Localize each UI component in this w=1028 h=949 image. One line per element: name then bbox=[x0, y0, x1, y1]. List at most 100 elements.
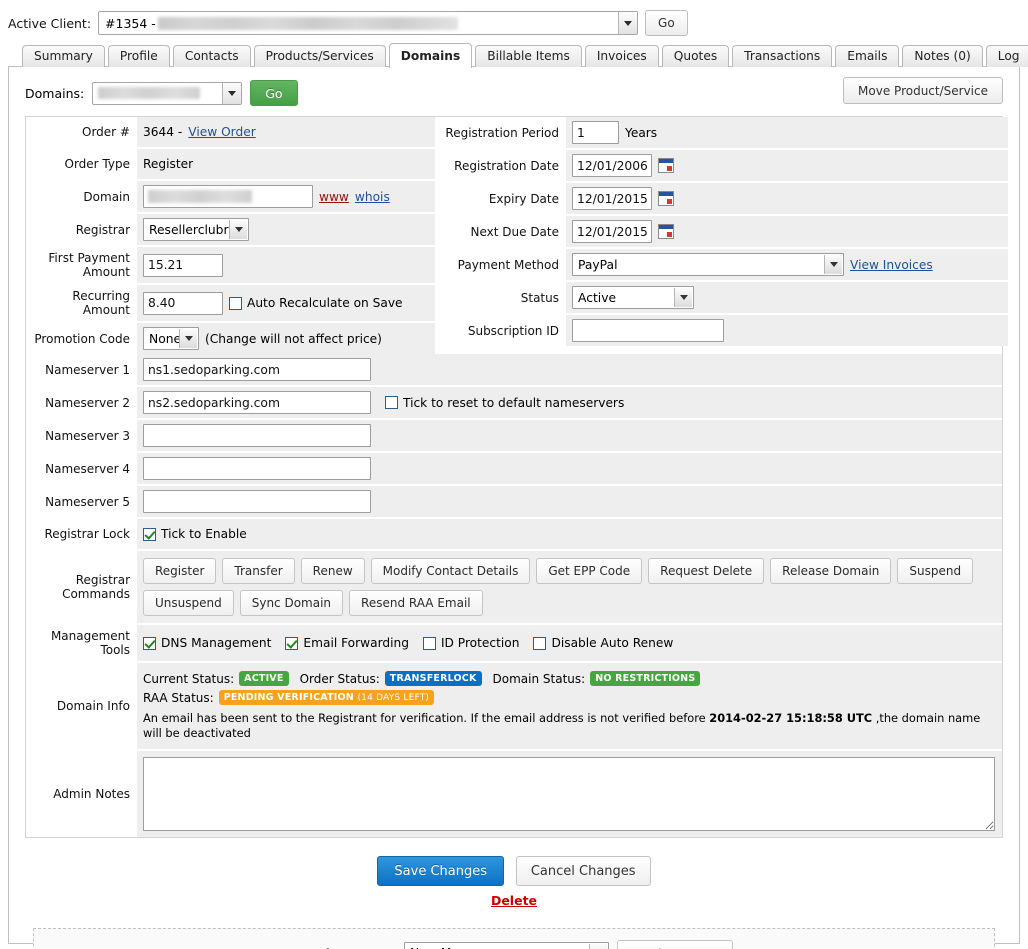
client-go-button[interactable]: Go bbox=[645, 10, 688, 36]
registrar-lock-wrap[interactable]: Tick to Enable bbox=[143, 527, 247, 541]
next-due-date-input[interactable] bbox=[572, 220, 652, 243]
get-epp-code-button[interactable]: Get EPP Code bbox=[536, 558, 643, 584]
status-value-cell: Active bbox=[566, 282, 1008, 313]
payment-method-select[interactable]: PayPal bbox=[572, 253, 844, 276]
dns-management-wrap[interactable]: DNS Management bbox=[143, 636, 271, 650]
send-message-select[interactable]: New Message bbox=[404, 941, 610, 949]
transfer-button[interactable]: Transfer bbox=[222, 558, 295, 584]
nameserver-1-label: Nameserver 1 bbox=[26, 354, 137, 385]
tab-emails[interactable]: Emails bbox=[835, 45, 900, 67]
management-tools-label: Management Tools bbox=[26, 625, 137, 661]
chevron-down-icon[interactable] bbox=[618, 12, 638, 34]
cancel-changes-button[interactable]: Cancel Changes bbox=[515, 856, 651, 886]
resend-raa-email-button[interactable]: Resend RAA Email bbox=[349, 590, 483, 616]
nameserver-3-label: Nameserver 3 bbox=[26, 420, 137, 451]
chevron-down-icon[interactable] bbox=[229, 220, 247, 239]
id-protection-wrap[interactable]: ID Protection bbox=[422, 636, 519, 650]
domain-form-left-column: Order # 3644 - View Order Order Type Reg… bbox=[26, 117, 435, 354]
tab-quotes[interactable]: Quotes bbox=[661, 45, 730, 67]
tab-summary[interactable]: Summary bbox=[22, 45, 105, 67]
registration-period-input[interactable] bbox=[572, 121, 619, 144]
view-order-link[interactable]: View Order bbox=[188, 125, 255, 139]
subscription-id-input[interactable] bbox=[572, 319, 724, 342]
admin-notes-label: Admin Notes bbox=[26, 751, 137, 837]
whois-link[interactable]: whois bbox=[355, 190, 390, 204]
tab-invoices[interactable]: Invoices bbox=[584, 45, 659, 67]
form-actions: Save Changes Cancel Changes Delete bbox=[19, 838, 1009, 908]
move-product-service-button[interactable]: Move Product/Service bbox=[843, 77, 1003, 104]
disable-auto-renew-wrap[interactable]: Disable Auto Renew bbox=[533, 636, 673, 650]
send-message-button[interactable]: Send Message bbox=[617, 939, 734, 949]
sync-domain-button[interactable]: Sync Domain bbox=[239, 590, 344, 616]
auto-recalculate-wrap[interactable]: Auto Recalculate on Save bbox=[229, 296, 403, 310]
registrar-lock-checkbox[interactable] bbox=[143, 527, 156, 541]
suspend-button[interactable]: Suspend bbox=[897, 558, 974, 584]
tab-profile[interactable]: Profile bbox=[107, 45, 170, 67]
field-row-domain: Domain www whois bbox=[26, 181, 435, 214]
tab-notes[interactable]: Notes (0) bbox=[902, 45, 983, 67]
expiry-date-input[interactable] bbox=[572, 187, 652, 210]
reset-nameservers-checkbox[interactable] bbox=[385, 396, 398, 409]
nameserver-4-input[interactable] bbox=[143, 457, 371, 480]
nameserver-2-value-cell: Tick to reset to default nameservers bbox=[137, 387, 1002, 418]
status-select[interactable]: Active bbox=[572, 286, 694, 309]
field-row-expiry-date: Expiry Date bbox=[436, 183, 1008, 216]
promotion-code-select[interactable]: None bbox=[143, 327, 199, 350]
id-protection-checkbox[interactable] bbox=[422, 636, 436, 650]
request-delete-button[interactable]: Request Delete bbox=[648, 558, 765, 584]
calendar-icon[interactable] bbox=[658, 224, 674, 239]
email-forwarding-checkbox[interactable] bbox=[285, 636, 299, 650]
tab-contacts[interactable]: Contacts bbox=[172, 45, 251, 67]
disable-auto-renew-checkbox[interactable] bbox=[533, 636, 547, 650]
nameserver-3-value-cell bbox=[137, 420, 1002, 451]
raa-status-label: RAA Status: bbox=[143, 690, 214, 705]
tab-products-services[interactable]: Products/Services bbox=[253, 45, 386, 67]
chevron-down-icon[interactable] bbox=[222, 82, 242, 104]
admin-notes-textarea[interactable] bbox=[143, 757, 995, 831]
tab-log[interactable]: Log bbox=[985, 45, 1028, 67]
chevron-down-icon[interactable] bbox=[589, 943, 608, 949]
tab-billable-items[interactable]: Billable Items bbox=[475, 45, 582, 67]
chevron-down-icon[interactable] bbox=[674, 288, 692, 307]
unsuspend-button[interactable]: Unsuspend bbox=[143, 590, 234, 616]
chevron-down-icon[interactable] bbox=[824, 255, 842, 274]
view-invoices-link[interactable]: View Invoices bbox=[850, 258, 933, 272]
modify-contact-details-button[interactable]: Modify Contact Details bbox=[370, 558, 531, 584]
domain-info-label: Domain Info bbox=[26, 663, 137, 749]
chevron-down-icon[interactable] bbox=[179, 329, 197, 348]
domain-select[interactable] bbox=[92, 81, 243, 105]
registration-date-input[interactable] bbox=[572, 154, 652, 177]
status-label: Status bbox=[436, 282, 566, 313]
field-row-admin-notes: Admin Notes bbox=[26, 751, 1002, 837]
release-domain-button[interactable]: Release Domain bbox=[770, 558, 892, 584]
domain-info-message: An email has been sent to the Registrant… bbox=[143, 707, 996, 741]
www-link[interactable]: www bbox=[319, 190, 349, 204]
tab-domains[interactable]: Domains bbox=[388, 43, 473, 68]
delete-link[interactable]: Delete bbox=[19, 893, 1009, 908]
active-client-select[interactable]: #1354 - bbox=[98, 11, 639, 35]
registrar-select[interactable]: Resellerclubrcm bbox=[143, 218, 249, 241]
send-message-label: Send Message bbox=[295, 946, 396, 949]
auto-recalculate-checkbox[interactable] bbox=[229, 296, 242, 310]
nameserver-1-input[interactable] bbox=[143, 358, 371, 381]
nameserver-3-input[interactable] bbox=[143, 424, 371, 447]
save-changes-button[interactable]: Save Changes bbox=[377, 856, 505, 886]
domains-go-button[interactable]: Go bbox=[250, 80, 298, 106]
email-forwarding-wrap[interactable]: Email Forwarding bbox=[285, 636, 409, 650]
nameserver-2-input[interactable] bbox=[143, 391, 371, 414]
reset-nameservers-wrap[interactable]: Tick to reset to default nameservers bbox=[385, 396, 624, 410]
tab-transactions[interactable]: Transactions bbox=[732, 45, 833, 67]
nameserver-4-label: Nameserver 4 bbox=[26, 453, 137, 484]
first-payment-input[interactable] bbox=[143, 253, 223, 277]
field-row-registration-period: Registration Period Years bbox=[436, 117, 1008, 150]
recurring-amount-input[interactable] bbox=[143, 291, 223, 315]
nameserver-5-input[interactable] bbox=[143, 490, 371, 513]
dns-management-checkbox[interactable] bbox=[143, 636, 156, 650]
domain-status-badge: NO RESTRICTIONS bbox=[590, 671, 701, 686]
field-row-order-number: Order # 3644 - View Order bbox=[26, 117, 435, 149]
calendar-icon[interactable] bbox=[658, 158, 674, 173]
renew-button[interactable]: Renew bbox=[300, 558, 365, 584]
payment-method-selected-value: PayPal bbox=[578, 257, 618, 272]
register-button[interactable]: Register bbox=[143, 558, 217, 584]
calendar-icon[interactable] bbox=[658, 191, 674, 206]
